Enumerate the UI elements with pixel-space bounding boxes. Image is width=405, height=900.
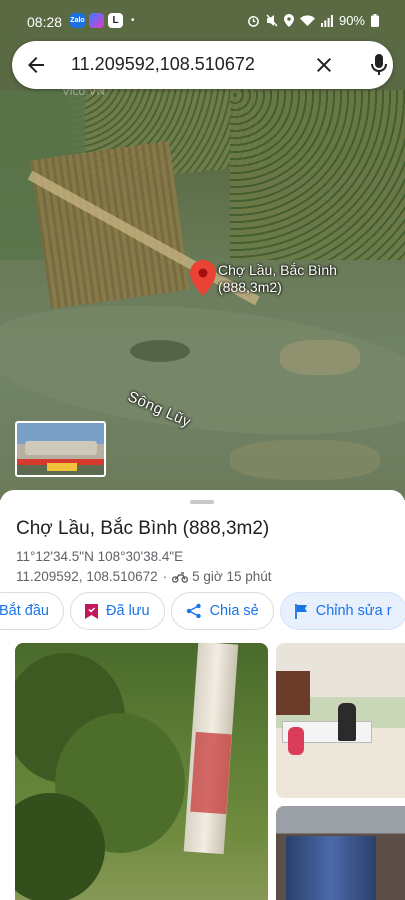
close-icon[interactable] (312, 53, 336, 77)
battery-icon (371, 14, 379, 27)
place-meta: 11.209592, 108.510672 · 5 giờ 15 phút (16, 569, 272, 584)
pin-label[interactable]: Chợ Lầu, Bắc Bình (888,3m2) (218, 262, 338, 296)
photo-storefront[interactable] (276, 806, 405, 900)
system-icons: 90% (247, 13, 379, 28)
saved-label: Đã lưu (106, 603, 150, 619)
map-field (230, 90, 405, 260)
l-app-icon: L (108, 13, 123, 28)
location-icon (283, 14, 294, 27)
share-label: Chia sẻ (209, 603, 259, 619)
map-sandbank (230, 440, 380, 480)
location-pin-icon[interactable] (190, 260, 216, 296)
search-bar[interactable]: 11.209592,108.510672 (12, 41, 393, 89)
mute-icon (266, 14, 278, 27)
photo-main[interactable] (15, 643, 268, 900)
microphone-icon[interactable] (368, 52, 390, 78)
place-dms-coordinates: 11°12'34.5"N 108°30'38.4"E (16, 549, 184, 564)
start-button[interactable]: Bắt đầu (0, 592, 64, 630)
place-decimal-coordinates: 11.209592, 108.510672 (16, 569, 158, 584)
start-label: Bắt đầu (0, 603, 49, 619)
share-button[interactable]: Chia sẻ (170, 592, 274, 630)
clock: 08:28 (27, 14, 63, 30)
edit-label: Chỉnh sửa r (315, 603, 392, 619)
map-shadow (130, 340, 190, 362)
motorbike-icon (172, 571, 189, 583)
edit-button[interactable]: Chỉnh sửa r (279, 592, 405, 630)
signal-icon (320, 14, 333, 27)
alarm-icon (248, 16, 259, 27)
notification-icons: Zalo L • (70, 13, 135, 28)
zalo-app-icon: Zalo (70, 13, 85, 28)
more-notifications-dot: • (131, 15, 135, 26)
travel-time: 5 giờ 15 phút (192, 569, 272, 584)
search-query[interactable]: 11.209592,108.510672 (71, 54, 255, 75)
map-sandbank (280, 340, 360, 375)
messenger-app-icon (89, 13, 104, 28)
street-view-thumbnail[interactable] (15, 421, 106, 477)
back-arrow-icon[interactable] (24, 53, 48, 77)
photo-office[interactable] (276, 643, 405, 798)
place-bottom-sheet[interactable]: Chợ Lầu, Bắc Bình (888,3m2) 11°12'34.5"N… (0, 490, 405, 900)
flag-icon (294, 603, 307, 619)
separator-dot: · (162, 569, 168, 584)
bookmark-icon (85, 603, 98, 619)
status-bar: 08:28 Zalo L • 90% (0, 0, 405, 38)
wifi-icon (299, 14, 315, 26)
place-title: Chợ Lầu, Bắc Bình (888,3m2) (16, 518, 270, 539)
photo-gallery[interactable] (0, 643, 405, 900)
share-icon (186, 603, 201, 619)
action-chips: Bắt đầu Đã lưu Chia sẻ Chỉnh sửa r (0, 592, 405, 632)
saved-button[interactable]: Đã lưu (70, 592, 165, 630)
drag-handle[interactable] (190, 500, 214, 504)
battery-percent: 90% (338, 13, 365, 28)
